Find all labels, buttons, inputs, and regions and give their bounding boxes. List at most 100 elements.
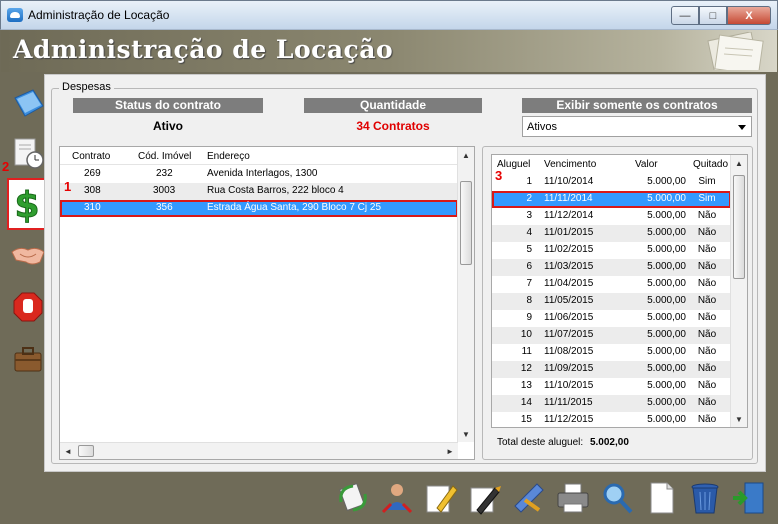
sign-button[interactable] xyxy=(466,478,504,518)
table-row[interactable]: 3 11/12/2014 5.000,00 Não xyxy=(492,208,731,225)
maximize-button[interactable]: □ xyxy=(699,6,727,25)
table-row[interactable]: 13 11/10/2015 5.000,00 Não xyxy=(492,378,731,395)
cell-vencimento: 11/04/2015 xyxy=(544,278,594,289)
cell-valor: 5.000,00 xyxy=(647,312,686,323)
exit-door-icon xyxy=(733,482,764,514)
scroll-up-icon[interactable]: ▲ xyxy=(731,155,747,171)
table-row[interactable]: 7 11/04/2015 5.000,00 Não xyxy=(492,276,731,293)
col-quitado[interactable]: Quitado xyxy=(693,159,728,170)
bottom-toolbar xyxy=(334,478,768,518)
scroll-down-icon[interactable]: ▼ xyxy=(458,426,474,442)
col-endereco[interactable]: Endereço xyxy=(207,151,250,162)
users-button[interactable] xyxy=(378,478,416,518)
cell-quitado: Não xyxy=(697,380,717,391)
cell-valor: 5.000,00 xyxy=(647,414,686,425)
table-row[interactable]: 14 11/11/2015 5.000,00 Não xyxy=(492,395,731,412)
contracts-horizontal-scrollbar[interactable]: ◄ ► xyxy=(60,442,458,459)
table-row[interactable]: 308 3003 Rua Costa Barros, 222 bloco 4 xyxy=(60,183,458,200)
cell-vencimento: 11/12/2015 xyxy=(544,414,594,425)
nav-stop[interactable] xyxy=(9,288,47,326)
col-cod-imovel[interactable]: Cód. Imóvel xyxy=(138,151,191,162)
calendar-clock-icon xyxy=(14,138,44,169)
cell-vencimento: 11/06/2015 xyxy=(544,312,594,323)
scroll-thumb[interactable] xyxy=(460,181,472,265)
col-contrato[interactable]: Contrato xyxy=(72,151,110,162)
ruler-pencil-icon xyxy=(514,483,544,513)
contract-filter-select[interactable]: Ativos xyxy=(522,116,752,137)
col-valor[interactable]: Valor xyxy=(635,159,658,170)
cell-valor: 5.000,00 xyxy=(647,363,686,374)
search-button[interactable] xyxy=(598,478,636,518)
new-button[interactable] xyxy=(642,478,680,518)
scroll-thumb[interactable] xyxy=(733,175,745,279)
table-row[interactable]: 1 11/10/2014 5.000,00 Sim xyxy=(492,174,731,191)
rents-panel: Aluguel Vencimento Valor Quitado 1 11/10/… xyxy=(482,146,753,460)
scroll-up-icon[interactable]: ▲ xyxy=(458,147,474,163)
scroll-left-icon[interactable]: ◄ xyxy=(60,443,76,459)
cell-valor: 5.000,00 xyxy=(647,397,686,408)
contracts-vertical-scrollbar[interactable]: ▲ ▼ xyxy=(457,147,474,442)
cell-endereco: Avenida Interlagos, 1300 xyxy=(207,168,318,179)
table-row[interactable]: 6 11/03/2015 5.000,00 Não xyxy=(492,259,731,276)
rents-vertical-scrollbar[interactable]: ▲ ▼ xyxy=(730,155,747,427)
cell-aluguel: 5 xyxy=(526,244,532,255)
cell-aluguel: 10 xyxy=(520,329,532,340)
cell-vencimento: 11/07/2015 xyxy=(544,329,594,340)
table-row[interactable]: 269 232 Avenida Interlagos, 1300 xyxy=(60,166,458,183)
table-row[interactable]: 4 11/01/2015 5.000,00 Não xyxy=(492,225,731,242)
rent-row-selected[interactable]: 2 11/11/2014 5.000,00 Sim xyxy=(492,191,731,208)
delete-button[interactable] xyxy=(686,478,724,518)
nav-briefcase[interactable] xyxy=(9,340,47,378)
exit-button[interactable] xyxy=(730,478,768,518)
refresh-docs-button[interactable] xyxy=(334,478,372,518)
cell-vencimento: 11/01/2015 xyxy=(544,227,594,238)
cell-endereco: Rua Costa Barros, 222 bloco 4 xyxy=(207,185,344,196)
nav-agreements[interactable] xyxy=(9,236,47,274)
table-row[interactable]: 12 11/09/2015 5.000,00 Não xyxy=(492,361,731,378)
expenses-group-label: Despesas xyxy=(59,81,114,93)
pencil-edit-icon xyxy=(426,485,458,513)
cell-quitado: Não xyxy=(697,244,717,255)
tools-button[interactable] xyxy=(510,478,548,518)
cell-quitado: Não xyxy=(697,346,717,357)
callout-marker-1: 1 xyxy=(64,179,72,194)
cell-aluguel: 14 xyxy=(520,397,532,408)
table-row[interactable]: 8 11/05/2015 5.000,00 Não xyxy=(492,293,731,310)
rent-total-label: Total deste aluguel: xyxy=(497,437,584,448)
print-button[interactable] xyxy=(554,478,592,518)
scroll-thumb-horizontal[interactable] xyxy=(78,445,94,457)
close-button[interactable]: X xyxy=(727,6,771,25)
documents-decoration-icon xyxy=(707,32,764,70)
briefcase-icon xyxy=(14,347,42,372)
cell-vencimento: 11/10/2015 xyxy=(544,380,594,391)
table-row[interactable]: 15 11/12/2015 5.000,00 Não xyxy=(492,412,731,429)
table-row[interactable]: 10 11/07/2015 5.000,00 Não xyxy=(492,327,731,344)
nav-expenses[interactable]: $ xyxy=(7,178,47,230)
table-row[interactable]: 5 11/02/2015 5.000,00 Não xyxy=(492,242,731,259)
col-vencimento[interactable]: Vencimento xyxy=(544,159,596,170)
quantity-header: Quantidade xyxy=(304,98,482,113)
scroll-right-icon[interactable]: ► xyxy=(442,443,458,459)
rent-total: Total deste aluguel: 5.002,00 xyxy=(497,437,629,448)
cell-valor: 5.000,00 xyxy=(647,380,686,391)
nav-notebook[interactable] xyxy=(9,84,47,122)
cell-vencimento: 11/02/2015 xyxy=(544,244,594,255)
table-row[interactable]: 11 11/08/2015 5.000,00 Não xyxy=(492,344,731,361)
cell-aluguel: 2 xyxy=(526,193,532,204)
dollar-icon: $ xyxy=(14,185,40,225)
scroll-down-icon[interactable]: ▼ xyxy=(731,411,747,427)
callout-marker-3: 3 xyxy=(495,168,503,183)
cell-vencimento: 11/08/2015 xyxy=(544,346,594,357)
table-row-selected[interactable]: 310 356 Estrada Água Santa, 290 Bloco 7 … xyxy=(60,200,458,217)
cell-vencimento: 11/03/2015 xyxy=(544,261,594,272)
rents-table: Aluguel Vencimento Valor Quitado 1 11/10/… xyxy=(491,154,748,428)
cell-aluguel: 8 xyxy=(526,295,532,306)
edit-button[interactable] xyxy=(422,478,460,518)
app-title: Administração de Locação xyxy=(13,35,394,64)
table-row[interactable]: 9 11/06/2015 5.000,00 Não xyxy=(492,310,731,327)
cell-quitado: Não xyxy=(697,227,717,238)
cell-valor: 5.000,00 xyxy=(647,346,686,357)
nav-schedule[interactable] xyxy=(9,134,47,172)
status-header: Status do contrato xyxy=(73,98,263,113)
minimize-button[interactable]: — xyxy=(671,6,699,25)
